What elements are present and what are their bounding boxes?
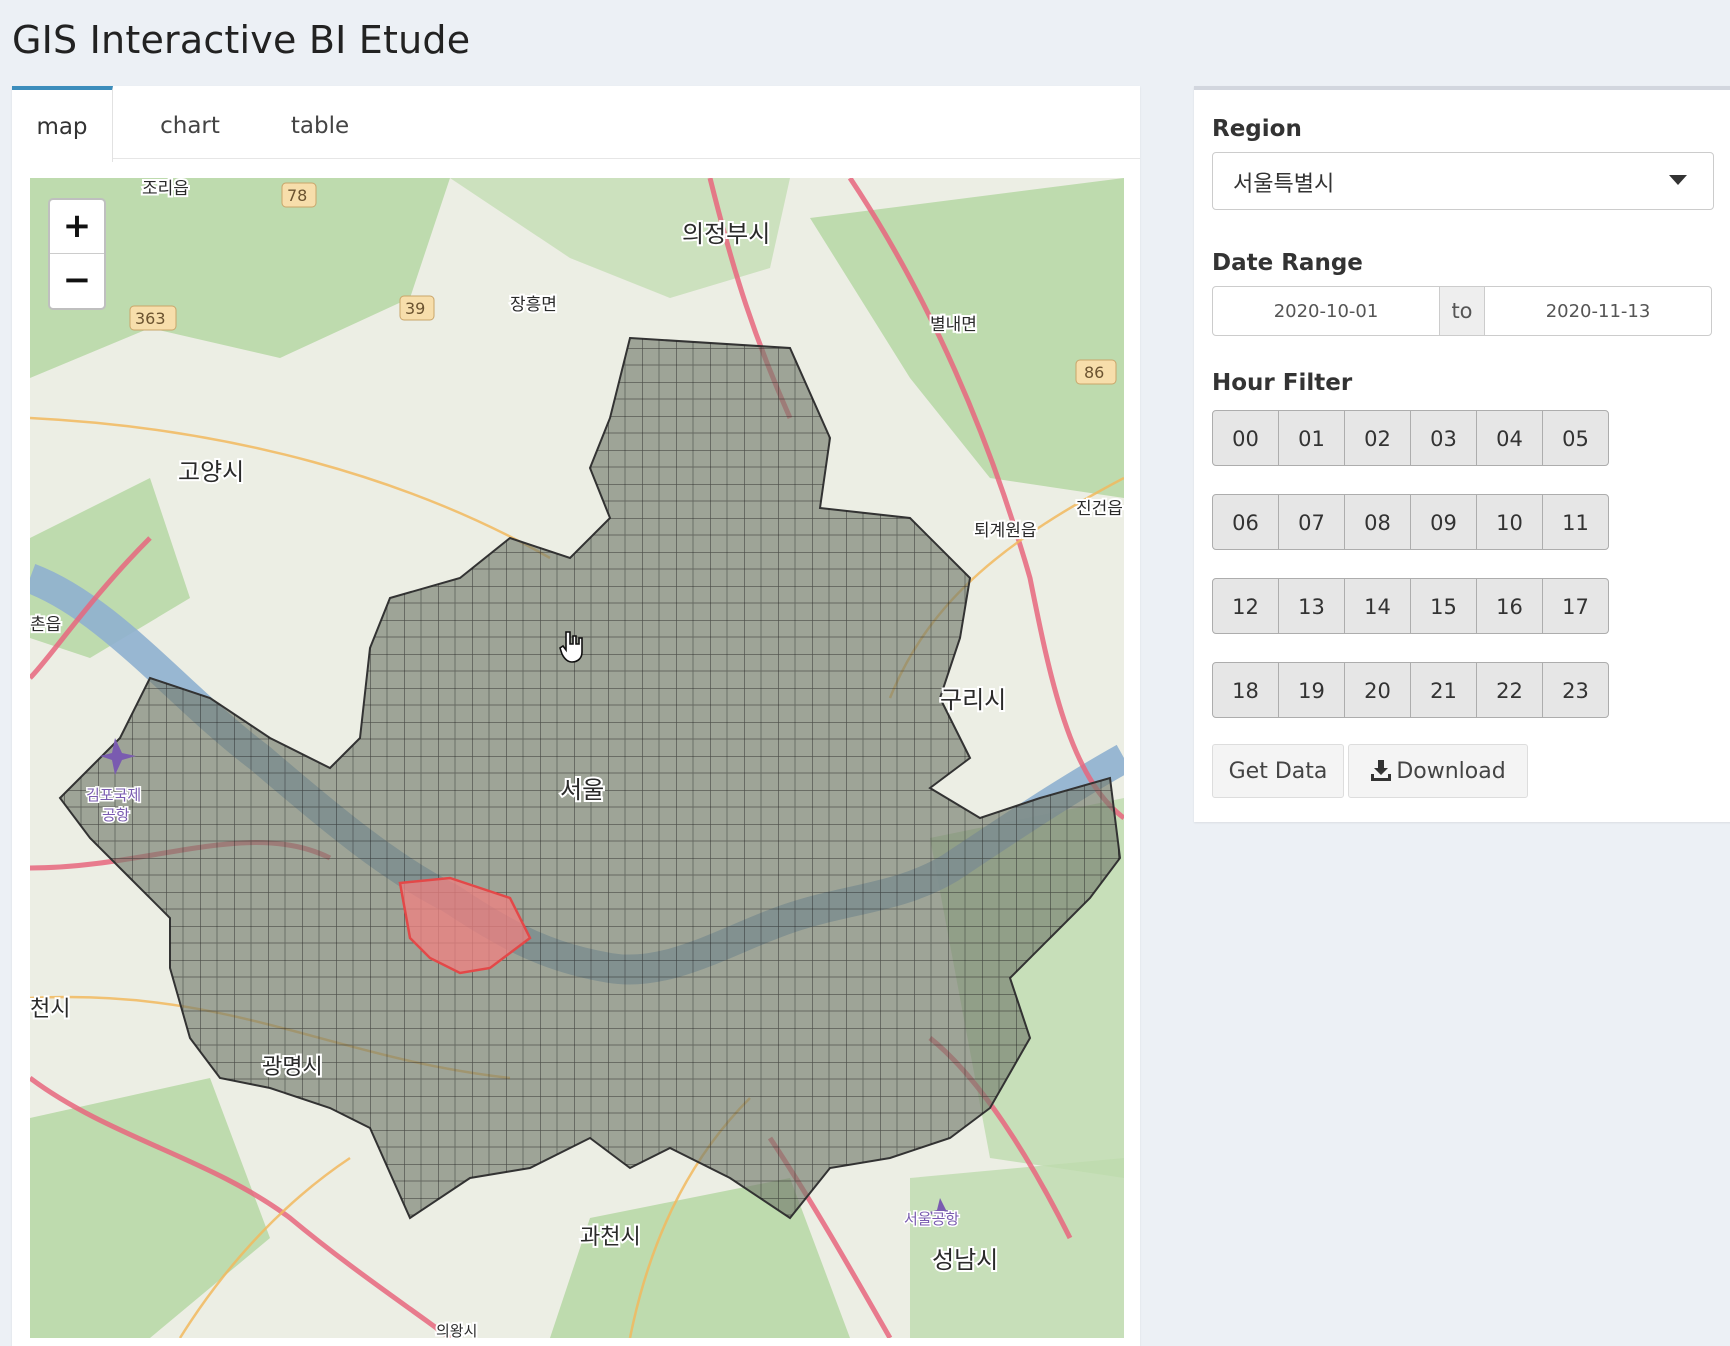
label-seongnam: 성남시 — [932, 1246, 998, 1274]
hour-filter-label: Hour Filter — [1212, 370, 1353, 396]
label-gwangmyeong: 광명시 — [262, 1055, 323, 1080]
main-panel: map chart table + − 78 39 363 86 의정부시 고양… — [12, 86, 1140, 1346]
region-value: 서울특별시 — [1233, 172, 1335, 197]
date-range-label: Date Range — [1212, 250, 1363, 276]
svg-text:78: 78 — [287, 186, 307, 205]
date-range-input: 2020-10-01 to 2020-11-13 — [1212, 286, 1714, 336]
hour-button[interactable]: 13 — [1278, 578, 1345, 634]
hour-button[interactable]: 15 — [1410, 578, 1477, 634]
zoom-out-button[interactable]: − — [50, 254, 104, 307]
tab-table[interactable]: table — [260, 86, 380, 158]
label-toegyewon: 퇴계원읍 — [974, 521, 1037, 541]
label-goyang: 고양시 — [178, 458, 244, 486]
hour-button[interactable]: 03 — [1410, 410, 1477, 466]
hour-button[interactable]: 01 — [1278, 410, 1345, 466]
tab-map[interactable]: map — [12, 86, 113, 162]
svg-text:363: 363 — [135, 309, 166, 328]
region-select[interactable]: 서울특별시 — [1212, 152, 1714, 210]
hour-button[interactable]: 05 — [1542, 410, 1609, 466]
hour-button[interactable]: 11 — [1542, 494, 1609, 550]
label-bucheon: 천시 — [30, 997, 70, 1022]
date-separator: to — [1440, 286, 1484, 336]
label-byeolnae: 별내면 — [930, 315, 977, 335]
tab-bar: map chart table — [12, 86, 1140, 162]
hour-row: 06 07 08 09 10 11 — [1212, 494, 1609, 550]
hour-button[interactable]: 12 — [1212, 578, 1279, 634]
hour-button[interactable]: 14 — [1344, 578, 1411, 634]
hour-row: 00 01 02 03 04 05 — [1212, 410, 1609, 466]
label-guri: 구리시 — [940, 686, 1006, 714]
svg-text:39: 39 — [405, 299, 425, 318]
caret-down-icon — [1669, 175, 1687, 185]
zoom-in-button[interactable]: + — [50, 200, 104, 254]
hour-button[interactable]: 09 — [1410, 494, 1477, 550]
filter-panel: Region 서울특별시 Date Range 2020-10-01 to 20… — [1194, 86, 1730, 822]
label-seoul-airport: 서울공항 — [904, 1210, 959, 1228]
hour-button[interactable]: 02 — [1344, 410, 1411, 466]
svg-text:86: 86 — [1084, 363, 1104, 382]
page-title: GIS Interactive BI Etude — [12, 18, 471, 62]
hour-button[interactable]: 08 — [1344, 494, 1411, 550]
hour-button[interactable]: 19 — [1278, 662, 1345, 718]
hour-row: 12 13 14 15 16 17 — [1212, 578, 1609, 634]
tab-chart[interactable]: chart — [130, 86, 250, 158]
download-icon — [1371, 760, 1392, 781]
label-jinjeon: 진건읍 — [1076, 499, 1123, 519]
label-gwacheon: 과천시 — [580, 1225, 641, 1250]
label-jori: 조리읍 — [142, 179, 189, 199]
hour-button[interactable]: 07 — [1278, 494, 1345, 550]
date-start-input[interactable]: 2020-10-01 — [1212, 286, 1440, 336]
label-chondeul: 촌읍 — [30, 615, 61, 635]
hour-button[interactable]: 20 — [1344, 662, 1411, 718]
label-jangheung: 장흥면 — [510, 295, 557, 315]
hour-button[interactable]: 21 — [1410, 662, 1477, 718]
label-gimpo-airport: 김포국제 — [86, 786, 141, 804]
hour-button[interactable]: 17 — [1542, 578, 1609, 634]
label-seoul: 서울 — [560, 776, 604, 804]
label-gimpo-airport-2: 공항 — [102, 806, 130, 824]
hour-button[interactable]: 22 — [1476, 662, 1543, 718]
hour-button[interactable]: 18 — [1212, 662, 1279, 718]
region-label: Region — [1212, 116, 1302, 142]
zoom-control: + − — [48, 198, 106, 310]
hour-button[interactable]: 23 — [1542, 662, 1609, 718]
label-uijeongbu: 의정부시 — [682, 220, 770, 248]
map-canvas: 78 39 363 86 의정부시 고양시 서울 구리시 광명시 과천시 성남시… — [30, 178, 1124, 1338]
hour-button[interactable]: 06 — [1212, 494, 1279, 550]
date-end-input[interactable]: 2020-11-13 — [1484, 286, 1712, 336]
get-data-button[interactable]: Get Data — [1212, 744, 1344, 798]
map-view[interactable]: + − 78 39 363 86 의정부시 고양시 서울 구리시 광명시 과천시… — [30, 178, 1124, 1338]
hour-button[interactable]: 16 — [1476, 578, 1543, 634]
hour-button[interactable]: 00 — [1212, 410, 1279, 466]
hour-button[interactable]: 10 — [1476, 494, 1543, 550]
hour-row: 18 19 20 21 22 23 — [1212, 662, 1609, 718]
label-uiwang: 의왕시 — [436, 1322, 477, 1338]
download-button[interactable]: Download — [1348, 744, 1528, 798]
hour-button[interactable]: 04 — [1476, 410, 1543, 466]
download-label: Download — [1396, 759, 1506, 784]
